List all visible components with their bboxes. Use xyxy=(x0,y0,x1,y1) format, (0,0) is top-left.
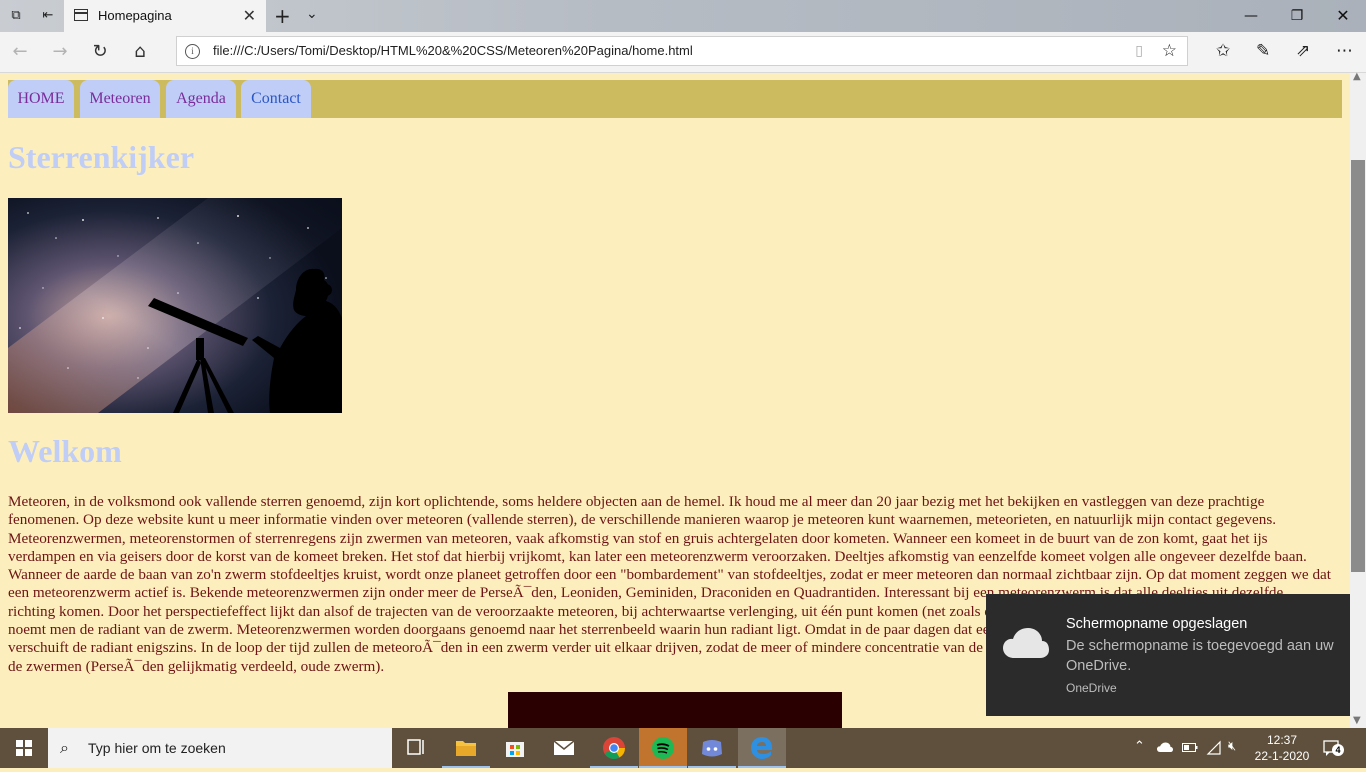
site-info-icon[interactable]: i xyxy=(185,44,200,59)
pen-icon[interactable]: ✎ xyxy=(1256,41,1270,61)
notification-body: De schermopname is toegevoegd aan uw One… xyxy=(1066,638,1334,674)
edge-icon xyxy=(751,737,773,759)
dark-content-block xyxy=(508,692,842,728)
discord-icon xyxy=(702,740,722,757)
search-placeholder: Typ hier om te zoeken xyxy=(88,740,226,756)
refresh-icon[interactable]: ↻ xyxy=(88,40,112,64)
menu-contact[interactable]: Contact xyxy=(241,80,311,118)
share-icon[interactable]: ⇗ xyxy=(1296,41,1310,61)
scroll-down-icon[interactable]: ▼ xyxy=(1353,715,1361,726)
set-aside-tabs-icon[interactable]: ⇤ xyxy=(40,8,56,24)
notification-app-name: OneDrive xyxy=(1066,681,1117,695)
wifi-icon[interactable] xyxy=(1206,740,1222,756)
browser-tab[interactable]: Homepagina ✕ xyxy=(64,0,266,32)
welcome-heading: Welkom xyxy=(8,433,122,469)
system-clock[interactable]: 12:37 22-1-2020 xyxy=(1254,732,1310,764)
chrome-button[interactable] xyxy=(590,728,638,768)
page-icon xyxy=(74,9,88,21)
back-icon[interactable]: ← xyxy=(8,40,32,64)
store-button[interactable] xyxy=(491,728,539,768)
tab-title: Homepagina xyxy=(98,8,172,23)
main-menu: HOME Meteoren Agenda Contact xyxy=(8,80,1342,118)
clock-date: 22-1-2020 xyxy=(1254,749,1310,763)
close-window-button[interactable]: ✕ xyxy=(1320,0,1366,32)
favorites-icon[interactable]: ✩ xyxy=(1216,41,1230,61)
edge-button[interactable] xyxy=(738,728,786,768)
folder-icon xyxy=(456,741,476,756)
action-center-button[interactable]: 4 xyxy=(1322,738,1344,758)
store-icon xyxy=(506,742,524,757)
spotify-icon xyxy=(652,737,674,759)
new-tab-icon[interactable]: + xyxy=(274,4,291,28)
more-icon[interactable]: ⋯ xyxy=(1336,41,1353,61)
mail-button[interactable] xyxy=(540,728,588,768)
task-view-icon xyxy=(407,739,424,755)
chevron-up-icon[interactable]: ⌃ xyxy=(1134,739,1145,754)
chrome-icon xyxy=(603,737,625,759)
url-text[interactable]: file:///C:/Users/Tomi/Desktop/HTML%20&%2… xyxy=(213,43,693,58)
file-explorer-button[interactable] xyxy=(442,728,490,768)
menu-agenda[interactable]: Agenda xyxy=(166,80,236,118)
mail-icon xyxy=(553,740,575,755)
windows-logo-icon xyxy=(16,740,32,756)
home-icon[interactable]: ⌂ xyxy=(128,40,152,64)
forward-icon[interactable]: → xyxy=(48,40,72,64)
favorite-star-icon[interactable]: ☆ xyxy=(1162,41,1177,61)
task-view-button[interactable] xyxy=(392,728,440,768)
taskbar-search[interactable]: ⌕ Typ hier om te zoeken xyxy=(48,728,392,768)
maximize-button[interactable]: ❐ xyxy=(1274,0,1320,32)
clock-time: 12:37 xyxy=(1266,733,1298,747)
minimize-button[interactable]: — xyxy=(1228,0,1274,32)
tab-actions-icon[interactable]: ⧉ xyxy=(8,8,24,24)
onedrive-tray-icon[interactable] xyxy=(1156,741,1174,753)
menu-meteoren[interactable]: Meteoren xyxy=(80,80,160,118)
site-title: Sterrenkijker xyxy=(8,139,195,175)
scrollbar-thumb[interactable] xyxy=(1351,160,1365,572)
battery-icon[interactable] xyxy=(1182,742,1198,754)
notification-count-badge: 4 xyxy=(1332,744,1344,756)
spotify-button[interactable] xyxy=(639,728,687,768)
volume-muted-icon[interactable]: 🔇︎ xyxy=(1228,739,1236,754)
browser-title-bar: ⧉ ⇤ Homepagina ✕ + ⌄ — ❐ ✕ xyxy=(0,0,1366,32)
stargazer-image xyxy=(8,198,342,413)
page-scrollbar[interactable]: ▲ ▼ xyxy=(1350,71,1366,728)
chevron-down-icon[interactable]: ⌄ xyxy=(306,6,318,22)
scroll-up-icon[interactable]: ▲ xyxy=(1353,71,1361,82)
search-icon: ⌕ xyxy=(60,738,69,757)
onedrive-notification[interactable]: Schermopname opgeslagen De schermopname … xyxy=(986,594,1350,716)
menu-home[interactable]: HOME xyxy=(8,80,74,118)
discord-button[interactable] xyxy=(688,728,736,768)
notification-title: Schermopname opgeslagen xyxy=(1066,616,1248,632)
close-tab-icon[interactable]: ✕ xyxy=(243,6,256,25)
windows-taskbar: ⌕ Typ hier om te zoeken ⌃ 🔇︎ 12:37 22-1-… xyxy=(0,728,1366,768)
address-bar[interactable]: i file:///C:/Users/Tomi/Desktop/HTML%20&… xyxy=(176,36,1188,66)
reading-view-icon[interactable]: ▯ xyxy=(1135,43,1143,59)
onedrive-cloud-icon xyxy=(1003,628,1049,658)
navigation-bar: ← → ↻ ⌂ i file:///C:/Users/Tomi/Desktop/… xyxy=(0,32,1366,73)
start-button[interactable] xyxy=(0,728,48,768)
